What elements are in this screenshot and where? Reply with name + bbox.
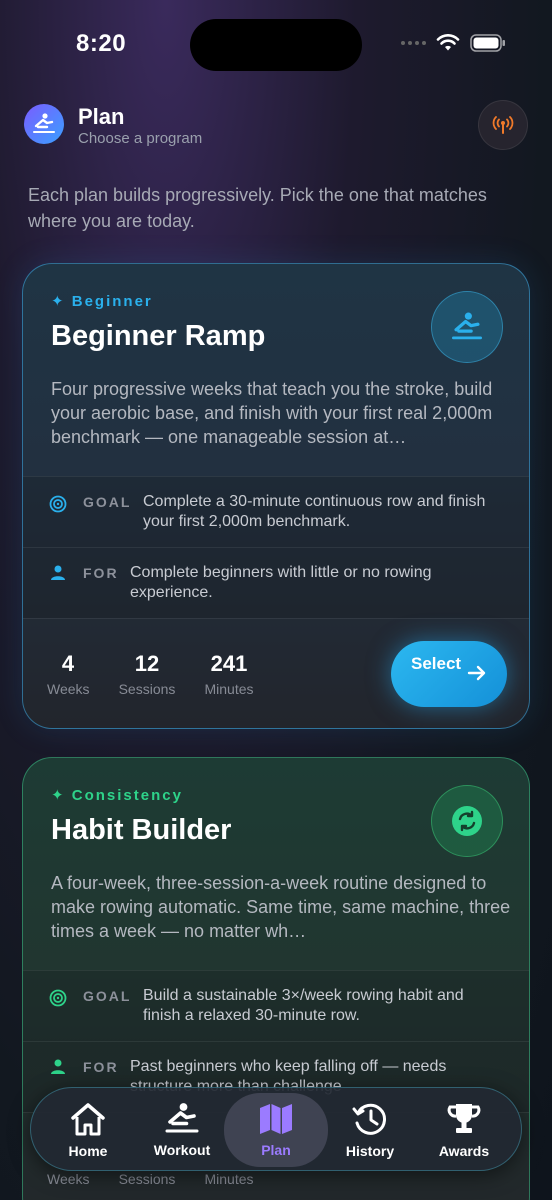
person-icon (51, 565, 65, 580)
plan-audience-row: FOR Complete beginners with little or no… (23, 547, 529, 618)
person-icon (51, 1059, 65, 1074)
tab-workout[interactable]: Workout (135, 1088, 229, 1172)
dynamic-island (190, 19, 362, 71)
plan-goal-row: GOAL Build a sustainable 3×/week rowing … (23, 970, 529, 1041)
tab-home[interactable]: Home (41, 1088, 135, 1172)
rower-icon (431, 291, 503, 363)
status-time: 8:20 (76, 30, 127, 57)
tab-bar: Home Workout Plan History Awards (30, 1087, 522, 1171)
goal-label: GOAL (83, 494, 132, 510)
goal-text: Build a sustainable 3×/week rowing habit… (143, 987, 464, 1024)
plan-stats: 4 Weeks 12 Sessions 241 Minutes Select (23, 618, 529, 728)
trophy-icon (447, 1104, 481, 1133)
plan-tag: ✦ Consistency (51, 787, 183, 804)
for-label: FOR (83, 1059, 119, 1075)
broadcast-icon (492, 116, 514, 134)
plan-description: Four progressive weeks that teach you th… (51, 379, 493, 447)
page-subtitle: Choose a program (78, 130, 203, 147)
tab-awards[interactable]: Awards (417, 1088, 511, 1172)
repeat-icon (431, 785, 503, 857)
stat-sessions: 12 Sessions (118, 651, 176, 697)
page-header: Plan Choose a program (24, 100, 528, 150)
plan-description: A four-week, three-session-a-week routin… (51, 873, 511, 941)
plan-title: Beginner Ramp (51, 320, 266, 352)
map-icon (260, 1104, 292, 1134)
home-icon (71, 1103, 105, 1136)
rower-icon (24, 104, 64, 144)
plan-tag: ✦ Beginner (51, 293, 153, 310)
page-title: Plan (78, 104, 125, 129)
battery-icon (470, 34, 505, 52)
stat-minutes: 241 Minutes (204, 651, 254, 697)
rower-icon (165, 1103, 199, 1133)
plan-card-beginner-ramp[interactable]: ✦ Beginner Beginner Ramp Four progressiv… (22, 263, 530, 729)
sparkle-icon: ✦ (51, 293, 66, 310)
intro-text: Each plan builds progressively. Pick the… (28, 185, 487, 231)
for-text: Complete beginners with little or no row… (130, 564, 432, 601)
goal-label: GOAL (83, 988, 132, 1004)
broadcast-button[interactable] (478, 100, 528, 150)
tab-plan[interactable]: Plan (224, 1093, 328, 1167)
arrow-right-icon (467, 665, 486, 681)
signal-icon (401, 41, 426, 45)
sparkle-icon: ✦ (51, 787, 66, 804)
for-label: FOR (83, 565, 119, 581)
select-button[interactable]: Select (391, 641, 507, 707)
status-icons (401, 34, 506, 52)
tab-history[interactable]: History (323, 1088, 417, 1172)
stat-weeks: 4 Weeks (47, 651, 90, 697)
target-icon (49, 989, 67, 1007)
target-icon (49, 495, 67, 513)
plan-title: Habit Builder (51, 814, 232, 846)
status-bar: 8:20 (0, 0, 552, 88)
wifi-icon (436, 34, 460, 51)
history-icon (352, 1103, 386, 1135)
goal-text: Complete a 30-minute continuous row and … (143, 493, 486, 530)
plan-goal-row: GOAL Complete a 30-minute continuous row… (23, 476, 529, 547)
